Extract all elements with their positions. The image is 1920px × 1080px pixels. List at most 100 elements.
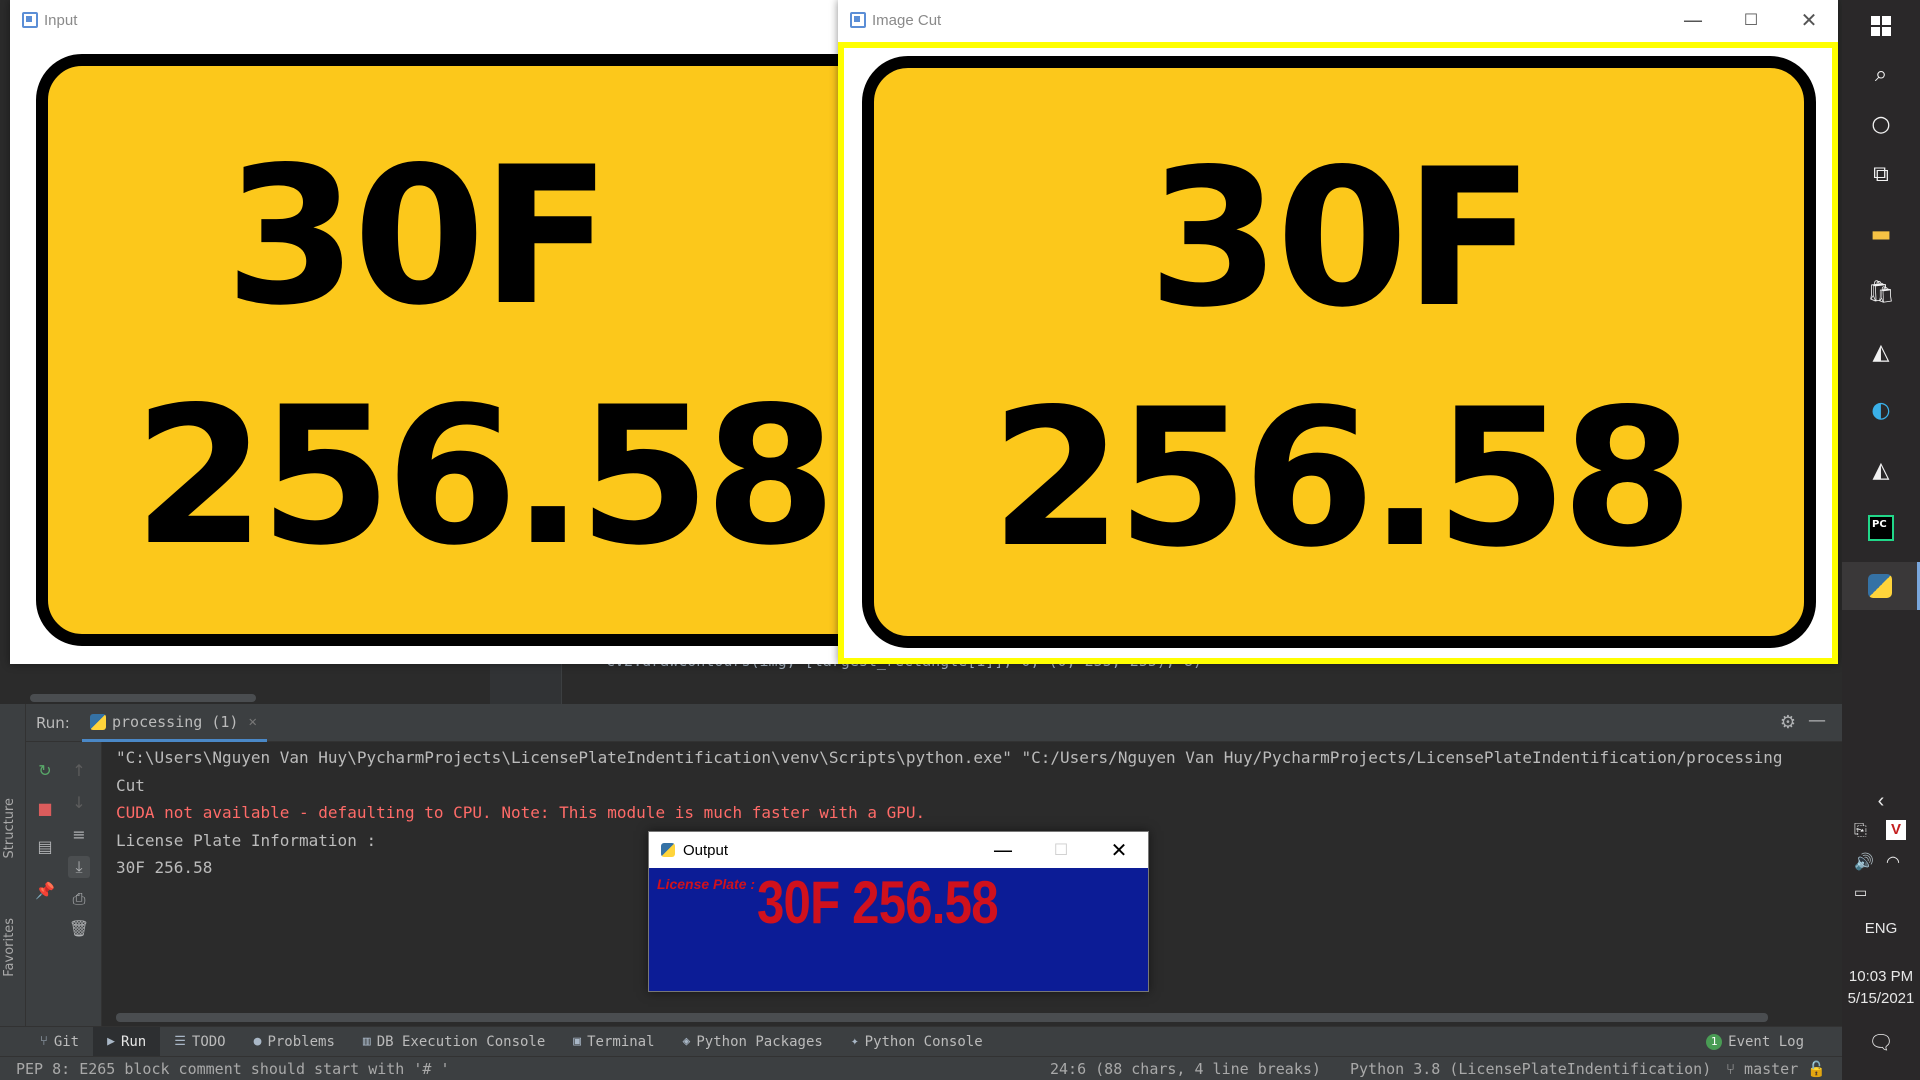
structure-side-tab[interactable]: Structure bbox=[2, 798, 17, 858]
unity-hub-icon: ◭ bbox=[1872, 457, 1890, 483]
layout-icon[interactable]: ▤ bbox=[34, 836, 56, 858]
tab-label: Run bbox=[120, 1033, 147, 1050]
python-icon bbox=[661, 843, 675, 857]
tab-python-console[interactable]: ✦ Python Console bbox=[837, 1027, 997, 1057]
left-tool-strip: Structure Favorites bbox=[0, 704, 26, 1038]
tab-label: Python Packages bbox=[696, 1033, 823, 1050]
image-cut-window-titlebar[interactable]: Image Cut — ☐ ✕ bbox=[838, 0, 1838, 40]
tab-label: TODO bbox=[191, 1033, 226, 1050]
window-app-icon bbox=[22, 12, 38, 28]
tab-git[interactable]: ⑂ Git bbox=[26, 1027, 93, 1057]
console-horizontal-scrollbar[interactable] bbox=[116, 1013, 1768, 1022]
unity-hub-button[interactable]: ◭ bbox=[1842, 446, 1920, 494]
event-log-button[interactable]: 1 Event Log bbox=[1692, 1027, 1818, 1057]
output-canvas: License Plate : 30F 256.58 bbox=[649, 868, 1148, 991]
close-icon[interactable]: ✕ bbox=[248, 714, 256, 730]
store-button[interactable]: 🛍 bbox=[1842, 268, 1920, 316]
edge-icon: ◐ bbox=[1871, 397, 1891, 423]
run-tab-label: processing (1) bbox=[112, 712, 239, 731]
edge-button[interactable]: ◐ bbox=[1842, 386, 1920, 434]
battery-icon[interactable]: ▭ bbox=[1854, 884, 1867, 901]
minimize-button[interactable]: — bbox=[974, 832, 1032, 868]
print-icon[interactable]: ⎙ bbox=[68, 888, 90, 910]
tab-python-packages[interactable]: ◈ Python Packages bbox=[669, 1027, 837, 1057]
run-panel-header: Run: processing (1) ✕ ⚙ — bbox=[26, 704, 1842, 742]
cortana-icon: ○ bbox=[1871, 111, 1891, 137]
db-icon: ▥ bbox=[362, 1034, 371, 1049]
caret-position[interactable]: 24:6 (88 chars, 4 line breaks) bbox=[1050, 1060, 1321, 1078]
wifi-icon[interactable]: ◠ bbox=[1886, 852, 1900, 872]
editor-horizontal-scrollbar[interactable] bbox=[30, 694, 256, 702]
rerun-icon[interactable]: ↻ bbox=[34, 760, 56, 782]
run-icon: ▶ bbox=[107, 1034, 115, 1049]
down-arrow-icon[interactable]: ↓ bbox=[68, 792, 90, 814]
search-button[interactable]: ⌕ bbox=[1842, 50, 1920, 98]
tab-db-execution-console[interactable]: ▥ DB Execution Console bbox=[349, 1027, 559, 1057]
output-window[interactable]: Output — ☐ ✕ License Plate : 30F 256.58 bbox=[648, 831, 1149, 992]
soft-wrap-icon[interactable]: ≡ bbox=[68, 824, 90, 846]
output-window-title: Output bbox=[683, 841, 729, 859]
pycharm-icon: PC bbox=[1868, 515, 1894, 541]
git-branch[interactable]: ⑂ master 🔓 bbox=[1726, 1060, 1826, 1078]
minimize-panel-icon[interactable]: — bbox=[1808, 710, 1826, 731]
clock-time[interactable]: 10:03 PM bbox=[1842, 968, 1920, 985]
tab-label: Problems bbox=[267, 1033, 335, 1050]
output-window-titlebar[interactable]: Output — ☐ ✕ bbox=[649, 832, 1148, 868]
python-interpreter[interactable]: Python 3.8 (LicensePlateIndentification) bbox=[1350, 1060, 1711, 1078]
input-window-titlebar[interactable]: Input bbox=[10, 0, 844, 40]
stop-icon[interactable]: ■ bbox=[34, 798, 56, 820]
task-view-icon: ⧉ bbox=[1873, 161, 1889, 187]
input-image: 30F 256.58 bbox=[10, 42, 844, 664]
run-tab-processing[interactable]: processing (1) ✕ bbox=[82, 704, 267, 742]
branch-icon: ⑂ bbox=[1726, 1060, 1736, 1078]
up-arrow-icon[interactable]: ↑ bbox=[68, 760, 90, 782]
close-button[interactable]: ✕ bbox=[1090, 832, 1148, 868]
gear-icon[interactable]: ⚙ bbox=[1780, 712, 1796, 733]
plate-line-1: 30F bbox=[1147, 128, 1534, 349]
license-plate-cropped: 30F 256.58 bbox=[862, 56, 1816, 648]
console-line: "C:\Users\Nguyen Van Huy\PycharmProjects… bbox=[116, 748, 1783, 767]
file-explorer-button[interactable]: ▬ bbox=[1842, 210, 1920, 258]
tab-run[interactable]: ▶ Run bbox=[93, 1026, 161, 1057]
clock-date[interactable]: 5/15/2021 bbox=[1842, 990, 1920, 1007]
lock-icon: 🔓 bbox=[1807, 1060, 1826, 1078]
store-icon: 🛍 bbox=[1867, 279, 1895, 305]
folder-icon: ▬ bbox=[1870, 221, 1892, 247]
tab-problems[interactable]: ● Problems bbox=[240, 1027, 349, 1057]
git-icon: ⑂ bbox=[40, 1034, 48, 1049]
close-button[interactable]: ✕ bbox=[1780, 0, 1838, 40]
status-bar: PEP 8: E265 block comment should start w… bbox=[0, 1056, 1842, 1080]
unity-button[interactable]: ◭ bbox=[1842, 328, 1920, 376]
window-app-icon bbox=[850, 12, 866, 28]
status-message[interactable]: PEP 8: E265 block comment should start w… bbox=[16, 1060, 449, 1078]
bottom-tool-tabs: ⑂ Git ▶ Run ☰ TODO ● Problems ▥ DB Execu… bbox=[0, 1026, 1842, 1057]
console-error-line: CUDA not available - defaulting to CPU. … bbox=[116, 803, 926, 822]
trash-icon[interactable]: 🗑 bbox=[68, 918, 90, 940]
minimize-button[interactable]: — bbox=[1664, 0, 1722, 40]
favorites-side-tab[interactable]: Favorites bbox=[2, 918, 17, 977]
search-icon: ⌕ bbox=[1874, 61, 1888, 87]
image-cut-window[interactable]: Image Cut — ☐ ✕ 30F 256.58 bbox=[838, 0, 1838, 664]
plate-line-2: 256.58 bbox=[990, 368, 1693, 589]
input-window[interactable]: Input 30F 256.58 bbox=[10, 0, 844, 664]
vivaldi-tray-icon[interactable]: V bbox=[1886, 820, 1906, 840]
python-console-icon: ✦ bbox=[850, 1034, 859, 1049]
volume-icon[interactable]: 🔊 bbox=[1854, 852, 1874, 872]
maximize-button[interactable]: ☐ bbox=[1032, 832, 1090, 868]
python-app-button[interactable] bbox=[1842, 562, 1920, 610]
tab-todo[interactable]: ☰ TODO bbox=[160, 1027, 239, 1057]
start-button[interactable] bbox=[1842, 2, 1920, 50]
task-view-button[interactable]: ⧉ bbox=[1842, 150, 1920, 198]
maximize-button[interactable]: ☐ bbox=[1722, 0, 1780, 40]
cortana-button[interactable]: ○ bbox=[1842, 100, 1920, 148]
show-hidden-icons-chevron-icon[interactable]: ‹ bbox=[1842, 790, 1920, 813]
language-indicator[interactable]: ENG bbox=[1842, 920, 1920, 937]
unity-icon: ◭ bbox=[1872, 339, 1890, 365]
scroll-to-end-icon[interactable]: ⤓ bbox=[68, 856, 90, 878]
windows-taskbar: ⌕ ○ ⧉ ▬ 🛍 ◭ ◐ ◭ PC ‹ ⎘ V 🔊 ◠ ▭ ENG 10:03… bbox=[1842, 0, 1920, 1080]
tab-terminal[interactable]: ▣ Terminal bbox=[559, 1027, 668, 1057]
meet-now-icon[interactable]: ⎘ bbox=[1854, 822, 1867, 840]
pycharm-button[interactable]: PC bbox=[1842, 504, 1920, 552]
pin-icon[interactable]: 📌 bbox=[34, 880, 56, 902]
action-center-icon[interactable]: 🗨 bbox=[1842, 1030, 1920, 1055]
